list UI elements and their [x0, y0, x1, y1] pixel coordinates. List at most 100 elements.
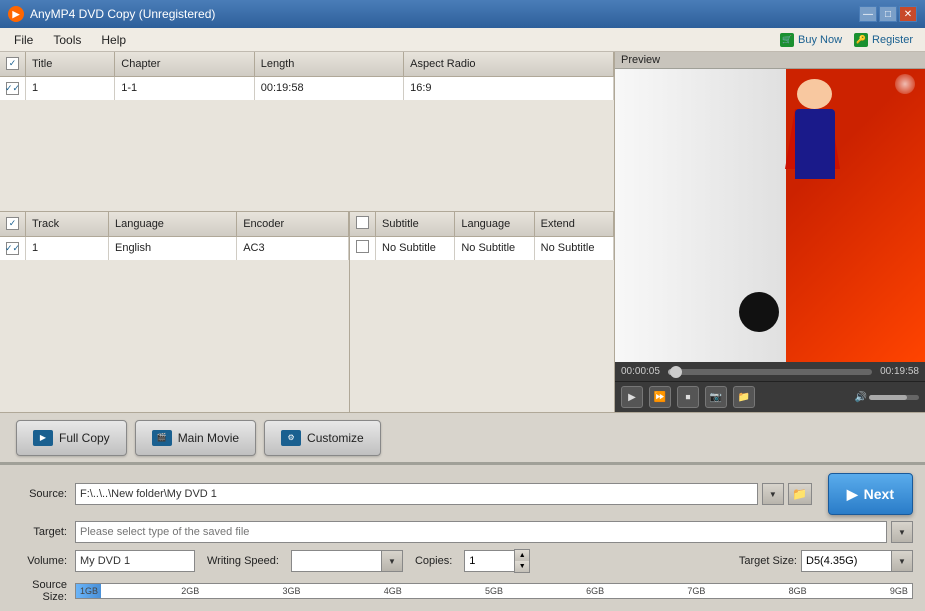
target-input[interactable]: [75, 521, 887, 543]
source-input[interactable]: [75, 483, 758, 505]
source-dropdown-button[interactable]: ▼: [762, 483, 784, 505]
size-label-5gb: 5GB: [485, 586, 503, 596]
character: [785, 79, 845, 199]
copies-input[interactable]: [464, 550, 514, 572]
size-label-7gb: 7GB: [687, 586, 705, 596]
size-bar-row: Source Size: 1GB 2GB 3GB 4GB 5GB 6GB 7GB…: [12, 579, 913, 603]
video-table: ✓ Title Chapter Length Aspect Radio ✓ 1 …: [0, 52, 614, 212]
sub-row-language: No Subtitle: [455, 236, 534, 260]
app-icon: ▶: [8, 6, 24, 22]
size-bar: 1GB 2GB 3GB 4GB 5GB 6GB 7GB 8GB 9GB: [75, 583, 913, 599]
progress-bar[interactable]: [668, 369, 872, 375]
audio-col-language: Language: [108, 212, 236, 236]
app-title: AnyMP4 DVD Copy (Unregistered): [30, 7, 859, 21]
preview-panel: Preview 00:00:05 00:19:58: [615, 52, 925, 412]
buy-now-button[interactable]: 🛒 Buy Now: [780, 33, 842, 47]
size-label-9gb: 9GB: [890, 586, 908, 596]
writing-speed-dropdown[interactable]: ▼: [381, 550, 403, 572]
sub-row-check[interactable]: [350, 236, 376, 260]
folder-button[interactable]: 📁: [733, 386, 755, 408]
copies-down[interactable]: ▼: [515, 561, 529, 572]
target-size-wrap: Target Size: ▼: [739, 550, 913, 572]
preview-controls-bar: 00:00:05 00:19:58: [615, 362, 925, 381]
audio-checkbox-1[interactable]: ✓: [6, 242, 19, 255]
target-size-input[interactable]: [801, 550, 891, 572]
video-row-title: 1: [26, 76, 115, 100]
source-label: Source:: [12, 488, 67, 500]
size-label-1gb: 1GB: [80, 586, 98, 596]
fast-forward-button[interactable]: ⏩: [649, 386, 671, 408]
menu-file[interactable]: File: [4, 31, 43, 49]
size-label-3gb: 3GB: [282, 586, 300, 596]
sub-row-subtitle: No Subtitle: [376, 236, 455, 260]
snapshot-button[interactable]: 📷: [705, 386, 727, 408]
video-col-title: Title: [26, 52, 115, 76]
copies-label: Copies:: [411, 555, 456, 567]
audio-subtitle-area: ✓ Track Language Encoder ✓ 1 English AC3: [0, 212, 614, 412]
sub-col-subtitle: Subtitle: [376, 212, 455, 236]
scene-ball: [739, 292, 779, 332]
sub-col-check: [350, 212, 376, 236]
volume-fill: [869, 395, 907, 400]
video-checkbox-1[interactable]: ✓: [6, 82, 19, 95]
preview-video: [615, 69, 925, 362]
video-row-length: 00:19:58: [254, 76, 403, 100]
key-icon: 🔑: [854, 33, 868, 47]
copies-spinner: ▲ ▼: [514, 549, 530, 573]
size-label-2gb: 2GB: [181, 586, 199, 596]
copies-up[interactable]: ▲: [515, 550, 529, 561]
maximize-button[interactable]: □: [879, 6, 897, 22]
video-col-aspect: Aspect Radio: [404, 52, 614, 76]
source-row: Source: ▼ 📁 ▶ Next: [12, 473, 913, 515]
target-input-wrap: ▼: [75, 521, 913, 543]
menu-help[interactable]: Help: [91, 31, 136, 49]
target-size-label: Target Size:: [739, 555, 801, 567]
source-folder-button[interactable]: 📁: [788, 483, 812, 505]
audio-col-check: ✓: [0, 212, 26, 236]
writing-speed-input[interactable]: [291, 550, 381, 572]
cart-icon: 🛒: [780, 33, 794, 47]
sub-checkbox-1[interactable]: [356, 240, 369, 253]
volume-slider[interactable]: [869, 395, 919, 400]
progress-thumb: [670, 366, 682, 378]
full-copy-button[interactable]: ▶ Full Copy: [16, 420, 127, 456]
menu-bar: File Tools Help 🛒 Buy Now 🔑 Register: [0, 28, 925, 52]
register-button[interactable]: 🔑 Register: [854, 33, 913, 47]
size-label-6gb: 6GB: [586, 586, 604, 596]
video-col-length: Length: [254, 52, 403, 76]
video-row-chapter: 1-1: [115, 76, 254, 100]
main-movie-icon: 🎬: [152, 430, 172, 446]
customize-button[interactable]: ⚙ Customize: [264, 420, 381, 456]
action-bar: ▶ Full Copy 🎬 Main Movie ⚙ Customize: [0, 412, 925, 464]
audio-header-checkbox[interactable]: ✓: [6, 217, 19, 230]
subtitle-section: Subtitle Language Extend No Subtitle No …: [350, 212, 614, 412]
minimize-button[interactable]: —: [859, 6, 877, 22]
volume-icon: 🔊: [855, 392, 867, 403]
audio-row-check[interactable]: ✓: [0, 236, 26, 260]
volume-input[interactable]: [75, 550, 195, 572]
audio-row-language: English: [108, 236, 236, 260]
volume-row: Volume: Writing Speed: ▼ Copies: ▲ ▼ Tar…: [12, 549, 913, 573]
target-row: Target: ▼: [12, 521, 913, 543]
video-header-checkbox[interactable]: ✓: [6, 57, 19, 70]
target-size-dropdown[interactable]: ▼: [891, 550, 913, 572]
next-button[interactable]: ▶ Next: [828, 473, 913, 515]
scene-sparkle: [895, 74, 915, 94]
sub-header-checkbox[interactable]: [356, 216, 369, 229]
sub-row-extend: No Subtitle: [534, 236, 613, 260]
play-button[interactable]: ▶: [621, 386, 643, 408]
stop-button[interactable]: ⏹: [677, 386, 699, 408]
audio-row-encoder: AC3: [237, 236, 349, 260]
target-label: Target:: [12, 526, 67, 538]
table-row: ✓ 1 English AC3: [0, 236, 349, 260]
audio-col-track: Track: [26, 212, 109, 236]
table-row: No Subtitle No Subtitle No Subtitle: [350, 236, 614, 260]
size-label-4gb: 4GB: [384, 586, 402, 596]
video-row-check[interactable]: ✓: [0, 76, 26, 100]
target-dropdown-button[interactable]: ▼: [891, 521, 913, 543]
menu-tools[interactable]: Tools: [43, 31, 91, 49]
source-input-wrap: ▼ 📁: [75, 483, 812, 505]
main-movie-button[interactable]: 🎬 Main Movie: [135, 420, 256, 456]
time-start: 00:00:05: [621, 366, 660, 377]
close-button[interactable]: ✕: [899, 6, 917, 22]
